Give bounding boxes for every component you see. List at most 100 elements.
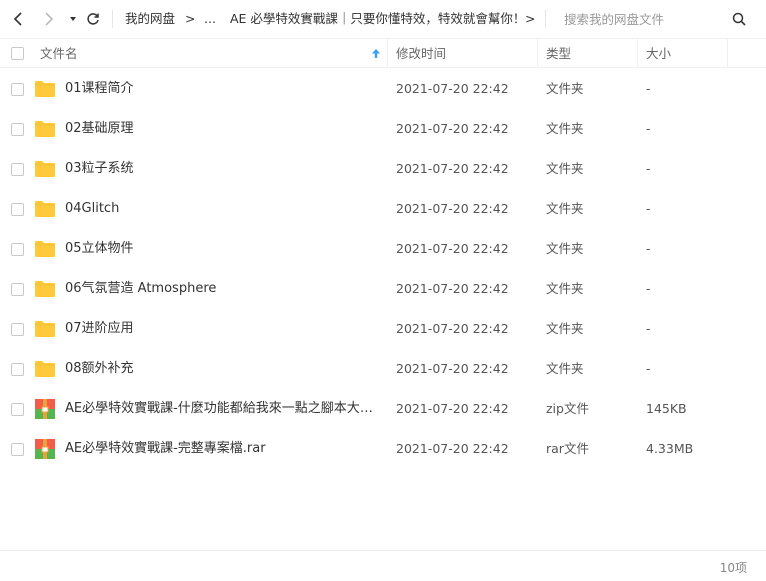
column-size-header[interactable]: 大小 bbox=[646, 39, 671, 68]
modified-time: 2021-07-20 22:42 bbox=[396, 361, 509, 376]
column-divider[interactable] bbox=[537, 39, 538, 68]
file-size: - bbox=[646, 321, 651, 336]
file-size: - bbox=[646, 161, 651, 176]
column-header: 文件名 修改时间 类型 大小 bbox=[0, 38, 766, 68]
file-name[interactable]: 01课程简介 bbox=[65, 69, 380, 109]
file-type: 文件夹 bbox=[546, 161, 584, 176]
modified-time: 2021-07-20 22:42 bbox=[396, 241, 509, 256]
file-type: 文件夹 bbox=[546, 201, 584, 216]
modified-time: 2021-07-20 22:42 bbox=[396, 281, 509, 296]
archive-icon bbox=[34, 399, 56, 419]
file-type: 文件夹 bbox=[546, 321, 584, 336]
caret-down-icon bbox=[70, 17, 76, 21]
refresh-icon bbox=[87, 13, 99, 25]
folder-icon bbox=[34, 279, 56, 299]
modified-time: 2021-07-20 22:42 bbox=[396, 81, 509, 96]
row-checkbox[interactable] bbox=[11, 283, 24, 296]
file-type: zip文件 bbox=[546, 401, 589, 416]
toolbar: 我的网盘 > ... AE 必學特效實戰課｜只要你懂特效，特效就會幫你！ > bbox=[0, 0, 766, 38]
file-row[interactable]: 03粒子系统 2021-07-20 22:42 文件夹 - bbox=[0, 149, 766, 189]
row-checkbox[interactable] bbox=[11, 203, 24, 216]
file-row[interactable]: 04Glitch 2021-07-20 22:42 文件夹 - bbox=[0, 189, 766, 229]
breadcrumb-current[interactable]: AE 必學特效實戰課｜只要你懂特效，特效就會幫你！ bbox=[230, 10, 525, 28]
breadcrumb-separator: > bbox=[185, 11, 196, 26]
column-divider[interactable] bbox=[637, 39, 638, 68]
file-size: - bbox=[646, 81, 651, 96]
file-row[interactable]: AE必學特效實戰課-完整專案檔.rar 2021-07-20 22:42 rar文件… bbox=[0, 429, 766, 469]
modified-time: 2021-07-20 22:42 bbox=[396, 121, 509, 136]
folder-icon bbox=[34, 359, 56, 379]
column-modified-header[interactable]: 修改时间 bbox=[396, 39, 446, 68]
status-bar: 10项 bbox=[0, 550, 766, 581]
file-type: 文件夹 bbox=[546, 241, 584, 256]
file-size: - bbox=[646, 241, 651, 256]
search-button[interactable] bbox=[729, 9, 749, 29]
breadcrumb-more[interactable]: > bbox=[525, 10, 535, 28]
back-button[interactable] bbox=[9, 9, 29, 29]
modified-time: 2021-07-20 22:42 bbox=[396, 441, 509, 456]
modified-time: 2021-07-20 22:42 bbox=[396, 161, 509, 176]
file-name[interactable]: 04Glitch bbox=[65, 189, 380, 229]
file-type: 文件夹 bbox=[546, 121, 584, 136]
search-input[interactable] bbox=[556, 8, 732, 30]
file-name[interactable]: AE必學特效實戰課-什麼功能都給我來一點之腳本大全套.... bbox=[65, 389, 380, 429]
modified-time: 2021-07-20 22:42 bbox=[396, 201, 509, 216]
folder-icon bbox=[34, 199, 56, 219]
file-name[interactable]: 06气氛营造 Atmosphere bbox=[65, 269, 380, 309]
file-row[interactable]: 06气氛营造 Atmosphere 2021-07-20 22:42 文件夹 - bbox=[0, 269, 766, 309]
column-type-header[interactable]: 类型 bbox=[546, 39, 571, 68]
breadcrumb-root[interactable]: 我的网盘 bbox=[125, 10, 175, 28]
column-name-header[interactable]: 文件名 bbox=[40, 39, 78, 68]
row-checkbox[interactable] bbox=[11, 83, 24, 96]
row-checkbox[interactable] bbox=[11, 323, 24, 336]
row-checkbox[interactable] bbox=[11, 443, 24, 456]
row-checkbox[interactable] bbox=[11, 243, 24, 256]
row-checkbox[interactable] bbox=[11, 363, 24, 376]
file-row[interactable]: 08额外补充 2021-07-20 22:42 文件夹 - bbox=[0, 349, 766, 389]
history-dropdown-button[interactable] bbox=[63, 9, 83, 29]
file-name[interactable]: AE必學特效實戰課-完整專案檔.rar bbox=[65, 429, 380, 469]
file-type: 文件夹 bbox=[546, 81, 584, 96]
breadcrumb-ellipsis[interactable]: ... bbox=[204, 10, 216, 28]
refresh-button[interactable] bbox=[83, 9, 103, 29]
folder-icon bbox=[34, 119, 56, 139]
sort-ascending-icon[interactable] bbox=[371, 48, 381, 59]
file-row[interactable]: 01课程简介 2021-07-20 22:42 文件夹 - bbox=[0, 69, 766, 109]
toolbar-divider bbox=[112, 10, 113, 28]
file-name[interactable]: 02基础原理 bbox=[65, 109, 380, 149]
file-size: - bbox=[646, 201, 651, 216]
file-size: - bbox=[646, 281, 651, 296]
file-row[interactable]: 07进阶应用 2021-07-20 22:42 文件夹 - bbox=[0, 309, 766, 349]
folder-icon bbox=[34, 319, 56, 339]
file-size: - bbox=[646, 121, 651, 136]
select-all-checkbox[interactable] bbox=[11, 47, 24, 60]
folder-icon bbox=[34, 159, 56, 179]
file-type: 文件夹 bbox=[546, 361, 584, 376]
row-checkbox[interactable] bbox=[11, 123, 24, 136]
file-name[interactable]: 08额外补充 bbox=[65, 349, 380, 389]
file-size: 145KB bbox=[646, 401, 687, 416]
row-checkbox[interactable] bbox=[11, 163, 24, 176]
item-count: 10项 bbox=[719, 561, 747, 575]
archive-icon bbox=[34, 439, 56, 459]
row-checkbox[interactable] bbox=[11, 403, 24, 416]
file-row[interactable]: 05立体物件 2021-07-20 22:42 文件夹 - bbox=[0, 229, 766, 269]
file-row[interactable]: AE必學特效實戰課-什麼功能都給我來一點之腳本大全套.... 2021-07-20… bbox=[0, 389, 766, 429]
column-divider[interactable] bbox=[727, 39, 728, 68]
forward-button[interactable] bbox=[39, 9, 59, 29]
file-name[interactable]: 03粒子系统 bbox=[65, 149, 380, 189]
file-row[interactable]: 02基础原理 2021-07-20 22:42 文件夹 - bbox=[0, 109, 766, 149]
chevron-left-icon bbox=[13, 12, 22, 26]
folder-icon bbox=[34, 239, 56, 259]
file-size: - bbox=[646, 361, 651, 376]
chevron-right-icon bbox=[45, 12, 54, 26]
modified-time: 2021-07-20 22:42 bbox=[396, 401, 509, 416]
toolbar-divider bbox=[545, 10, 546, 28]
search-icon bbox=[732, 12, 746, 26]
column-divider[interactable] bbox=[387, 39, 388, 68]
file-name[interactable]: 07进阶应用 bbox=[65, 309, 380, 349]
modified-time: 2021-07-20 22:42 bbox=[396, 321, 509, 336]
file-size: 4.33MB bbox=[646, 441, 694, 456]
file-name[interactable]: 05立体物件 bbox=[65, 229, 380, 269]
file-type: rar文件 bbox=[546, 441, 589, 456]
